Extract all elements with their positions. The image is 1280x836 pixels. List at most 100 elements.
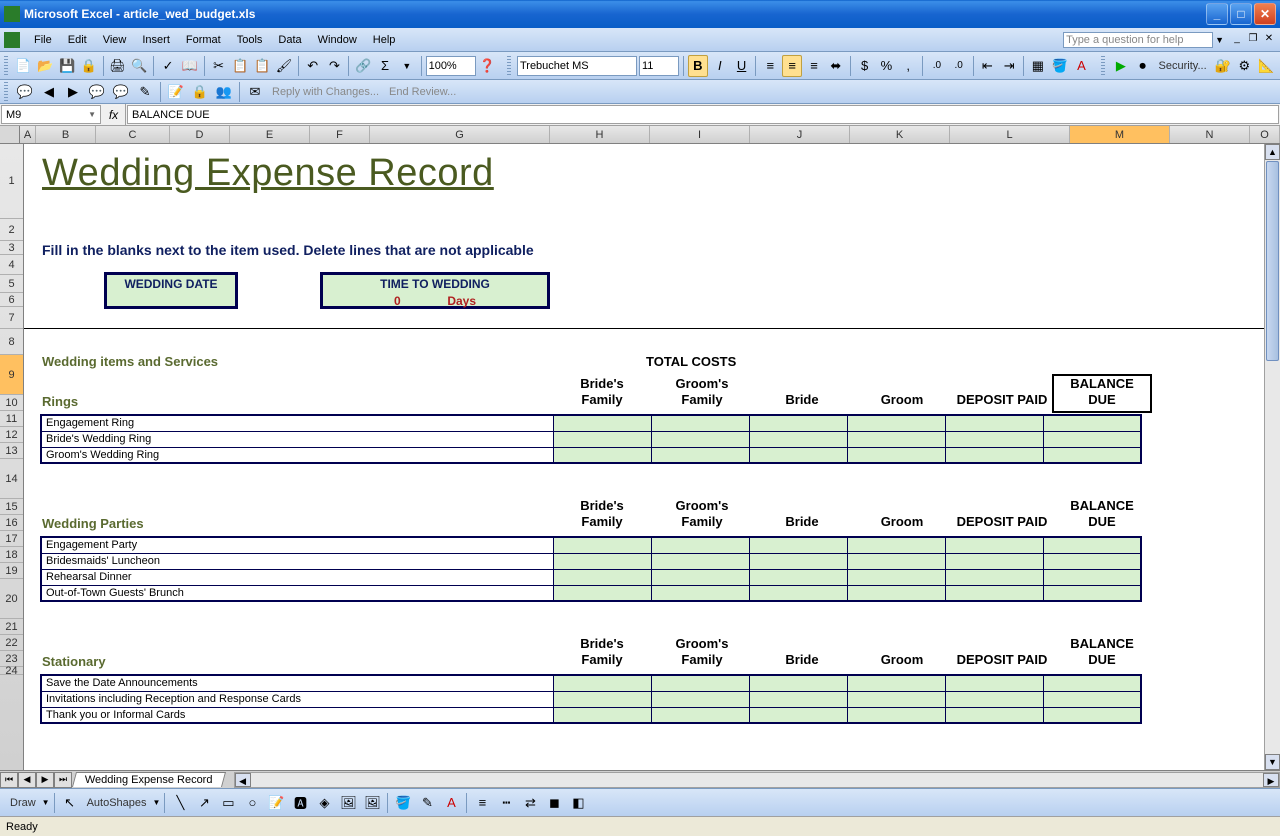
value-cell[interactable] <box>847 675 945 691</box>
protect-button[interactable]: 🔒 <box>189 81 211 103</box>
row-header-21[interactable]: 21 <box>0 619 23 635</box>
sheet-tab-active[interactable]: Wedding Expense Record <box>72 772 226 787</box>
col-header-B[interactable]: B <box>36 126 96 143</box>
menu-insert[interactable]: Insert <box>134 32 178 48</box>
value-cell[interactable] <box>847 691 945 707</box>
value-cell[interactable] <box>945 691 1043 707</box>
value-cell[interactable] <box>651 569 749 585</box>
value-cell[interactable] <box>749 537 847 553</box>
copy-button[interactable]: 📋 <box>230 55 250 77</box>
cut-button[interactable]: ✂ <box>209 55 229 77</box>
col-header-D[interactable]: D <box>170 126 230 143</box>
value-cell[interactable] <box>1043 553 1141 569</box>
row-header-1[interactable]: 1 <box>0 144 23 219</box>
value-cell[interactable] <box>847 537 945 553</box>
tab-first-button[interactable]: ⏮ <box>0 772 18 788</box>
value-cell[interactable] <box>945 569 1043 585</box>
row-header-5[interactable]: 5 <box>0 275 23 293</box>
toolbar-grip-3[interactable] <box>1101 56 1105 76</box>
align-right-button[interactable]: ≡ <box>804 55 824 77</box>
comma-button[interactable]: , <box>898 55 918 77</box>
3d-button[interactable]: ◧ <box>567 792 589 814</box>
font-color-button[interactable]: A <box>1072 55 1092 77</box>
fill-color-button[interactable]: 🪣 <box>1050 55 1070 77</box>
value-cell[interactable] <box>1043 415 1141 431</box>
value-cell[interactable] <box>945 675 1043 691</box>
value-cell[interactable] <box>1043 537 1141 553</box>
value-cell[interactable] <box>945 585 1043 601</box>
design-mode-button[interactable]: 📐 <box>1256 55 1276 77</box>
hyperlink-button[interactable]: 🔗 <box>353 55 373 77</box>
value-cell[interactable] <box>945 553 1043 569</box>
value-cell[interactable] <box>651 431 749 447</box>
line-button[interactable]: ╲ <box>169 792 191 814</box>
line-color-button[interactable]: ✎ <box>416 792 438 814</box>
help-search[interactable] <box>1063 32 1213 48</box>
autosum-button[interactable]: Σ <box>375 55 395 77</box>
value-cell[interactable] <box>651 553 749 569</box>
arrow-style-button[interactable]: ⇄ <box>519 792 541 814</box>
value-cell[interactable] <box>553 569 651 585</box>
font-size-combo[interactable] <box>639 56 679 76</box>
scroll-thumb[interactable] <box>1266 161 1279 361</box>
fill-color-draw-button[interactable]: 🪣 <box>392 792 414 814</box>
textbox-button[interactable]: 📝 <box>265 792 287 814</box>
tab-prev-button[interactable]: ◀ <box>18 772 36 788</box>
comment-show-button[interactable]: 💬 <box>86 81 108 103</box>
value-cell[interactable] <box>945 707 1043 723</box>
row-header-6[interactable]: 6 <box>0 293 23 307</box>
value-cell[interactable] <box>651 537 749 553</box>
value-cell[interactable] <box>1043 569 1141 585</box>
col-header-O[interactable]: O <box>1250 126 1280 143</box>
reply-changes-button[interactable]: Reply with Changes... <box>268 86 383 98</box>
col-header-C[interactable]: C <box>96 126 170 143</box>
draw-menu[interactable]: Draw <box>6 797 40 809</box>
row-header-15[interactable]: 15 <box>0 499 23 515</box>
item-label[interactable]: Groom's Wedding Ring <box>41 447 553 463</box>
value-cell[interactable] <box>553 585 651 601</box>
col-header-E[interactable]: E <box>230 126 310 143</box>
value-cell[interactable] <box>945 537 1043 553</box>
name-box-dropdown-icon[interactable]: ▼ <box>88 110 96 119</box>
col-header-A[interactable]: A <box>20 126 36 143</box>
row-header-9[interactable]: 9 <box>0 355 23 395</box>
value-cell[interactable] <box>749 691 847 707</box>
doc-restore-button[interactable]: ❐ <box>1246 33 1260 47</box>
row-header-3[interactable]: 3 <box>0 241 23 255</box>
sort-button[interactable]: ▼ <box>397 55 417 77</box>
menu-window[interactable]: Window <box>310 32 365 48</box>
item-label[interactable]: Bridesmaids' Luncheon <box>41 553 553 569</box>
row-header-7[interactable]: 7 <box>0 307 23 329</box>
value-cell[interactable] <box>553 537 651 553</box>
share-button[interactable]: 👥 <box>213 81 235 103</box>
item-label[interactable]: Engagement Ring <box>41 415 553 431</box>
end-review-button[interactable]: End Review... <box>385 86 460 98</box>
menu-format[interactable]: Format <box>178 32 229 48</box>
formula-bar[interactable]: BALANCE DUE <box>127 105 1279 124</box>
research-button[interactable]: 📖 <box>180 55 200 77</box>
value-cell[interactable] <box>945 431 1043 447</box>
item-label[interactable]: Out-of-Town Guests' Brunch <box>41 585 553 601</box>
close-button[interactable]: ✕ <box>1254 3 1276 25</box>
menu-file[interactable]: File <box>26 32 60 48</box>
value-cell[interactable] <box>749 585 847 601</box>
wedding-date-value[interactable] <box>104 293 238 309</box>
value-cell[interactable] <box>749 415 847 431</box>
macro-record-icon[interactable]: ⏺ <box>1133 55 1153 77</box>
comment-next-button[interactable]: ▶ <box>62 81 84 103</box>
value-cell[interactable] <box>749 707 847 723</box>
col-header-K[interactable]: K <box>850 126 950 143</box>
help-search-input[interactable] <box>1063 32 1213 48</box>
font-combo[interactable] <box>517 56 637 76</box>
toolbar-grip-4[interactable] <box>4 82 8 102</box>
menu-data[interactable]: Data <box>270 32 309 48</box>
value-cell[interactable] <box>553 691 651 707</box>
value-cell[interactable] <box>749 553 847 569</box>
zoom-combo[interactable] <box>426 56 476 76</box>
value-cell[interactable] <box>553 415 651 431</box>
macro-play-icon[interactable]: ▶ <box>1111 55 1131 77</box>
clipart-button[interactable]: 🖼 <box>337 792 359 814</box>
merge-center-button[interactable]: ⬌ <box>826 55 846 77</box>
horizontal-scrollbar[interactable]: ◀ ▶ <box>234 772 1280 788</box>
cells-area[interactable]: Wedding Expense Record Fill in the blank… <box>24 144 1280 770</box>
